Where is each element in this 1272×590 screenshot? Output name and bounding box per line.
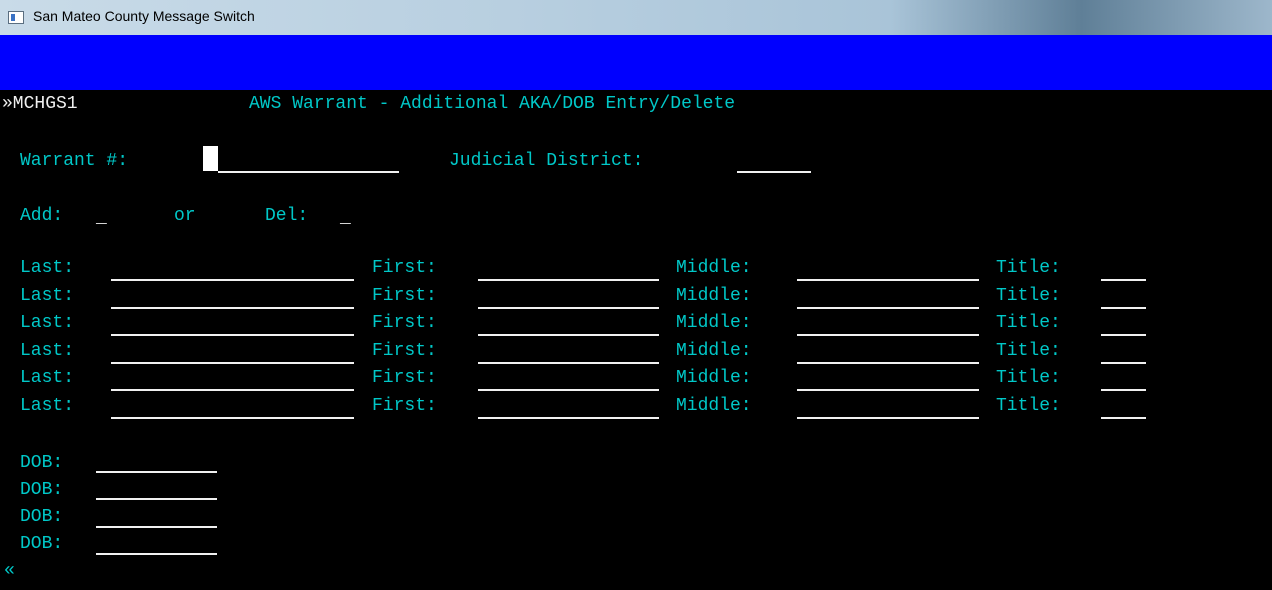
title-label: Title: [996,341,1061,361]
last-label: Last: [20,341,75,361]
middle-name-field[interactable] [797,362,979,364]
last-label: Last: [20,368,75,388]
middle-label: Middle: [676,368,752,388]
last-label: Last: [20,286,75,306]
title-label: Title: [996,258,1061,278]
first-label: First: [372,341,437,361]
first-label: First: [372,286,437,306]
middle-name-field[interactable] [797,389,979,391]
window-titlebar[interactable]: San Mateo County Message Switch [0,0,1272,36]
last-label: Last: [20,258,75,278]
dob-label: DOB: [20,507,64,527]
warrant-label: Warrant #: [20,151,129,171]
first-label: First: [372,258,437,278]
screen-heading: AWS Warrant - Additional AKA/DOB Entry/D… [249,94,736,114]
title-label: Title: [996,313,1061,333]
dob-field[interactable] [96,553,217,555]
judicial-district-label: Judicial District: [449,151,644,171]
first-name-field[interactable] [478,417,659,419]
title-field[interactable] [1101,279,1146,281]
middle-label: Middle: [676,341,752,361]
middle-label: Middle: [676,396,752,416]
first-name-field[interactable] [478,334,659,336]
title-field[interactable] [1101,334,1146,336]
add-field[interactable]: _ [96,207,107,229]
first-label: First: [372,396,437,416]
judicial-district-underline [737,171,811,173]
middle-label: Middle: [676,258,752,278]
last-name-field[interactable] [111,417,354,419]
title-label: Title: [996,286,1061,306]
last-name-field[interactable] [111,307,354,309]
title-label: Title: [996,368,1061,388]
first-name-field[interactable] [478,362,659,364]
or-label: or [174,206,196,226]
window-title: San Mateo County Message Switch [33,8,255,24]
first-name-field[interactable] [478,389,659,391]
first-label: First: [372,313,437,333]
dob-label: DOB: [20,453,64,473]
del-field[interactable]: _ [340,207,351,229]
middle-label: Middle: [676,286,752,306]
dob-label: DOB: [20,534,64,554]
dob-field[interactable] [96,471,217,473]
first-label: First: [372,368,437,388]
middle-name-field[interactable] [797,279,979,281]
warrant-field-underline [218,171,399,173]
dob-label: DOB: [20,480,64,500]
del-label: Del: [265,206,309,226]
dob-field[interactable] [96,526,217,528]
title-field[interactable] [1101,362,1146,364]
last-label: Last: [20,396,75,416]
end-of-screen-marker: « [4,561,15,581]
first-name-field[interactable] [478,307,659,309]
middle-label: Middle: [676,313,752,333]
middle-name-field[interactable] [797,307,979,309]
screen-id: »MCHGS1 [2,94,78,114]
last-name-field[interactable] [111,362,354,364]
title-label: Title: [996,396,1061,416]
title-field[interactable] [1101,307,1146,309]
status-banner [0,35,1272,90]
terminal-screen: »MCHGS1 AWS Warrant - Additional AKA/DOB… [0,90,1272,590]
app-window-icon [8,11,24,24]
first-name-field[interactable] [478,279,659,281]
add-label: Add: [20,206,64,226]
last-name-field[interactable] [111,389,354,391]
last-name-field[interactable] [111,334,354,336]
title-field[interactable] [1101,417,1146,419]
dob-field[interactable] [96,498,217,500]
title-field[interactable] [1101,389,1146,391]
last-label: Last: [20,313,75,333]
text-cursor [203,146,218,171]
middle-name-field[interactable] [797,417,979,419]
last-name-field[interactable] [111,279,354,281]
middle-name-field[interactable] [797,334,979,336]
